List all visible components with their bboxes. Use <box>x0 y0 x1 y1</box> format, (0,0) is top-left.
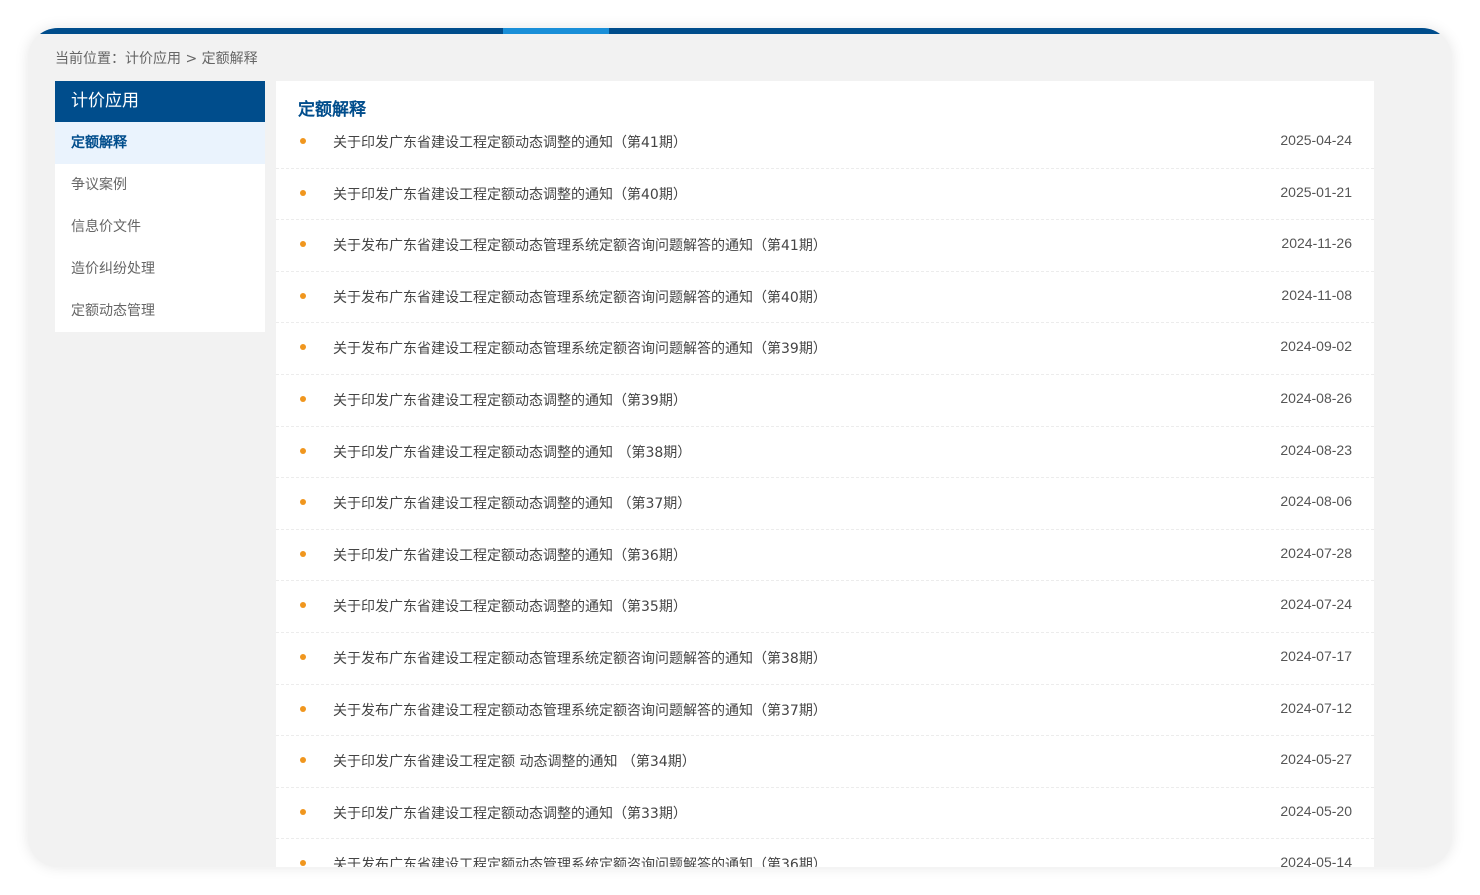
content-panel: 定额解释 关于印发广东省建设工程定额动态调整的通知（第41期） 2025-04-2… <box>276 81 1374 867</box>
bullet-icon <box>300 808 306 815</box>
article-date: 2024-07-28 <box>1280 544 1352 561</box>
article-date: 2024-05-20 <box>1280 802 1352 819</box>
article-date: 2024-08-26 <box>1280 389 1352 406</box>
sidebar-item-cost-dispute-handling[interactable]: 造价纠纷处理 <box>55 248 265 290</box>
sidebar-item-dispute-cases[interactable]: 争议案例 <box>55 164 265 206</box>
article-title-link[interactable]: 关于发布广东省建设工程定额动态管理系统定额咨询问题解答的通知（第36期） <box>333 854 827 867</box>
bullet-icon <box>300 189 306 196</box>
bullet-icon <box>300 241 306 248</box>
browser-frame: 当前位置：计价应用 > 定额解释 计价应用 定额解释 争议案例 信息价文件 造价… <box>28 28 1452 867</box>
article-date: 2024-05-14 <box>1280 854 1352 867</box>
article-row[interactable]: 关于发布广东省建设工程定额动态管理系统定额咨询问题解答的通知（第38期） 2024… <box>276 633 1374 685</box>
sidebar-item-quota-interpretation[interactable]: 定额解释 <box>55 122 265 164</box>
article-row[interactable]: 关于发布广东省建设工程定额动态管理系统定额咨询问题解答的通知（第39期） 2024… <box>276 323 1374 375</box>
article-date: 2024-09-02 <box>1280 338 1352 355</box>
bullet-icon <box>300 447 306 454</box>
article-row[interactable]: 关于发布广东省建设工程定额动态管理系统定额咨询问题解答的通知（第41期） 2024… <box>276 220 1374 272</box>
article-title-link[interactable]: 关于印发广东省建设工程定额动态调整的通知（第33期） <box>333 803 687 823</box>
article-title-link[interactable]: 关于发布广东省建设工程定额动态管理系统定额咨询问题解答的通知（第38期） <box>333 648 827 668</box>
article-date: 2025-01-21 <box>1280 183 1352 200</box>
article-title-link[interactable]: 关于印发广东省建设工程定额动态调整的通知（第36期） <box>333 545 687 565</box>
article-title-link[interactable]: 关于发布广东省建设工程定额动态管理系统定额咨询问题解答的通知（第39期） <box>333 338 827 358</box>
bullet-icon <box>300 292 306 299</box>
article-date: 2024-07-12 <box>1280 699 1352 716</box>
article-row[interactable]: 关于印发广东省建设工程定额动态调整的通知（第35期） 2024-07-24 <box>276 581 1374 633</box>
article-title-link[interactable]: 关于印发广东省建设工程定额动态调整的通知（第35期） <box>333 596 687 616</box>
article-list: 关于印发广东省建设工程定额动态调整的通知（第41期） 2025-04-24 关于印发… <box>276 117 1374 867</box>
article-date: 2024-07-24 <box>1280 596 1352 613</box>
article-title-link[interactable]: 关于印发广东省建设工程定额动态调整的通知（第39期） <box>333 390 687 410</box>
sidebar: 计价应用 定额解释 争议案例 信息价文件 造价纠纷处理 定额动态管理 <box>55 81 265 332</box>
bullet-icon <box>300 757 306 764</box>
breadcrumb-link-pricing[interactable]: 计价应用 <box>125 51 181 67</box>
article-title-link[interactable]: 关于发布广东省建设工程定额动态管理系统定额咨询问题解答的通知（第40期） <box>333 287 827 307</box>
article-row[interactable]: 关于印发广东省建设工程定额动态调整的通知 （第38期） 2024-08-23 <box>276 427 1374 479</box>
bullet-icon <box>300 705 306 712</box>
article-title-link[interactable]: 关于印发广东省建设工程定额 动态调整的通知 （第34期） <box>333 751 696 771</box>
article-row[interactable]: 关于发布广东省建设工程定额动态管理系统定额咨询问题解答的通知（第40期） 2024… <box>276 272 1374 324</box>
article-title-link[interactable]: 关于印发广东省建设工程定额动态调整的通知 （第37期） <box>333 493 691 513</box>
article-title-link[interactable]: 关于印发广东省建设工程定额动态调整的通知（第41期） <box>333 132 687 152</box>
article-date: 2024-08-23 <box>1280 441 1352 458</box>
article-row[interactable]: 关于印发广东省建设工程定额动态调整的通知（第33期） 2024-05-20 <box>276 788 1374 840</box>
article-date: 2024-07-17 <box>1280 647 1352 664</box>
breadcrumb-separator: > <box>181 51 202 67</box>
article-row[interactable]: 关于印发广东省建设工程定额动态调整的通知（第40期） 2025-01-21 <box>276 169 1374 221</box>
breadcrumb: 当前位置：计价应用 > 定额解释 <box>55 48 258 68</box>
article-date: 2024-05-27 <box>1280 751 1352 768</box>
article-row[interactable]: 关于印发广东省建设工程定额动态调整的通知（第36期） 2024-07-28 <box>276 530 1374 582</box>
bullet-icon <box>300 550 306 557</box>
article-title-link[interactable]: 关于印发广东省建设工程定额动态调整的通知 （第38期） <box>333 442 691 462</box>
bullet-icon <box>300 602 306 609</box>
sidebar-item-price-info-files[interactable]: 信息价文件 <box>55 206 265 248</box>
top-nav-active-indicator <box>503 28 609 34</box>
article-row[interactable]: 关于发布广东省建设工程定额动态管理系统定额咨询问题解答的通知（第36期） 2024… <box>276 839 1374 867</box>
sidebar-item-quota-dynamic-management[interactable]: 定额动态管理 <box>55 290 265 332</box>
article-title-link[interactable]: 关于发布广东省建设工程定额动态管理系统定额咨询问题解答的通知（第41期） <box>333 235 827 255</box>
article-row[interactable]: 关于印发广东省建设工程定额动态调整的通知（第41期） 2025-04-24 <box>276 117 1374 169</box>
article-title-link[interactable]: 关于印发广东省建设工程定额动态调整的通知（第40期） <box>333 184 687 204</box>
article-row[interactable]: 关于印发广东省建设工程定额 动态调整的通知 （第34期） 2024-05-27 <box>276 736 1374 788</box>
breadcrumb-link-current[interactable]: 定额解释 <box>202 51 258 67</box>
article-date: 2024-08-06 <box>1280 493 1352 510</box>
article-date: 2025-04-24 <box>1280 132 1352 148</box>
breadcrumb-prefix: 当前位置： <box>55 51 125 67</box>
sidebar-title: 计价应用 <box>55 81 265 122</box>
article-date: 2024-11-08 <box>1281 286 1352 303</box>
article-row[interactable]: 关于印发广东省建设工程定额动态调整的通知 （第37期） 2024-08-06 <box>276 478 1374 530</box>
article-title-link[interactable]: 关于发布广东省建设工程定额动态管理系统定额咨询问题解答的通知（第37期） <box>333 700 827 720</box>
top-nav-bar <box>28 28 1452 34</box>
article-row[interactable]: 关于发布广东省建设工程定额动态管理系统定额咨询问题解答的通知（第37期） 2024… <box>276 685 1374 737</box>
bullet-icon <box>300 653 306 660</box>
article-date: 2024-11-26 <box>1281 235 1352 252</box>
bullet-icon <box>300 138 306 144</box>
bullet-icon <box>300 395 306 402</box>
bullet-icon <box>300 860 306 867</box>
article-row[interactable]: 关于印发广东省建设工程定额动态调整的通知（第39期） 2024-08-26 <box>276 375 1374 427</box>
bullet-icon <box>300 344 306 351</box>
bullet-icon <box>300 499 306 506</box>
